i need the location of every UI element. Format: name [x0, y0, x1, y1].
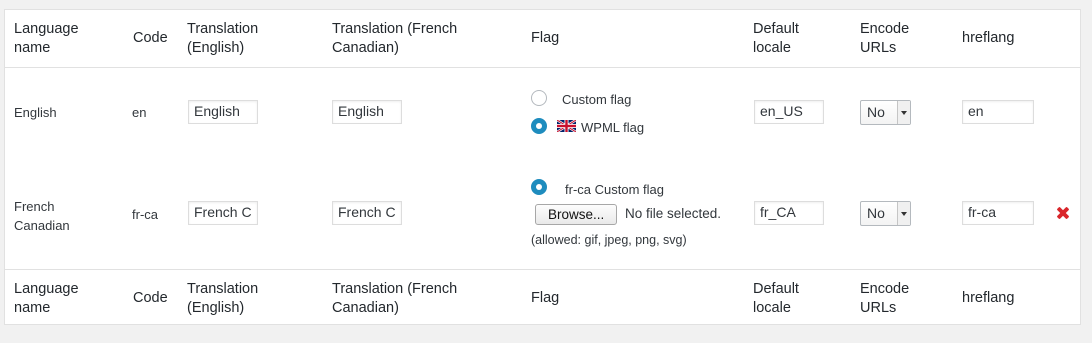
table-header: Language name Code Translation (English)… — [5, 10, 1080, 68]
file-status: No file selected. — [625, 206, 722, 221]
languages-table: Language name Code Translation (English)… — [4, 9, 1081, 325]
language-code: fr-ca — [132, 207, 158, 222]
footer-encode-urls: Encode URLs — [860, 280, 910, 316]
encode-urls-value: No — [867, 205, 885, 221]
custom-flag-radio[interactable] — [531, 179, 547, 195]
header-code: Code — [133, 30, 168, 46]
hreflang-input[interactable]: fr-ca — [962, 201, 1034, 225]
wpml-flag-label: WPML flag — [581, 120, 645, 135]
encode-urls-select[interactable]: No — [860, 100, 911, 125]
wpml-flag-radio[interactable] — [531, 118, 547, 134]
footer-default-locale: Default locale — [753, 280, 799, 316]
header-flag: Flag — [531, 30, 560, 46]
footer-hreflang: hreflang — [962, 290, 1015, 306]
translation-english-input[interactable]: English — [188, 100, 258, 124]
default-locale-input[interactable]: fr_CA — [754, 201, 824, 225]
table-row-english: English en English English Custom flag W… — [5, 67, 1080, 155]
language-name: French Canadian — [14, 199, 70, 233]
default-locale-input[interactable]: en_US — [754, 100, 824, 124]
uk-flag-icon — [557, 120, 576, 132]
footer-translation-french-canadian: Translation (French Canadian) — [332, 280, 458, 316]
header-language-name: Language name — [14, 20, 79, 56]
table-row-french-canadian: French Canadian fr-ca French C French C … — [5, 155, 1080, 269]
header-default-locale: Default locale — [753, 20, 799, 56]
delete-icon[interactable] — [1057, 207, 1069, 219]
footer-language-name: Language name — [14, 280, 79, 316]
custom-flag-label: Custom flag — [562, 92, 632, 107]
header-translation-french-canadian: Translation (French Canadian) — [332, 20, 458, 56]
custom-flag-label: fr-ca Custom flag — [565, 182, 664, 197]
encode-urls-value: No — [867, 104, 885, 120]
custom-flag-radio[interactable] — [531, 90, 547, 106]
encode-urls-select[interactable]: No — [860, 201, 911, 226]
chevron-down-icon — [897, 202, 910, 225]
language-name: English — [14, 105, 57, 120]
hreflang-input[interactable]: en — [962, 100, 1034, 124]
footer-flag: Flag — [531, 290, 560, 306]
header-hreflang: hreflang — [962, 30, 1015, 46]
translation-french-canadian-input[interactable]: English — [332, 100, 402, 124]
translation-english-input[interactable]: French C — [188, 201, 258, 225]
chevron-down-icon — [897, 101, 910, 124]
browse-button[interactable]: Browse... — [535, 204, 618, 225]
footer-translation-english: Translation (English) — [187, 280, 259, 316]
translation-french-canadian-input[interactable]: French C — [332, 201, 402, 225]
header-encode-urls: Encode URLs — [860, 20, 910, 56]
header-translation-english: Translation (English) — [187, 20, 259, 56]
table-footer: Language name Code Translation (English)… — [5, 269, 1080, 327]
language-code: en — [132, 105, 147, 120]
footer-code: Code — [133, 290, 168, 306]
allowed-file-types: (allowed: gif, jpeg, png, svg) — [531, 233, 687, 247]
